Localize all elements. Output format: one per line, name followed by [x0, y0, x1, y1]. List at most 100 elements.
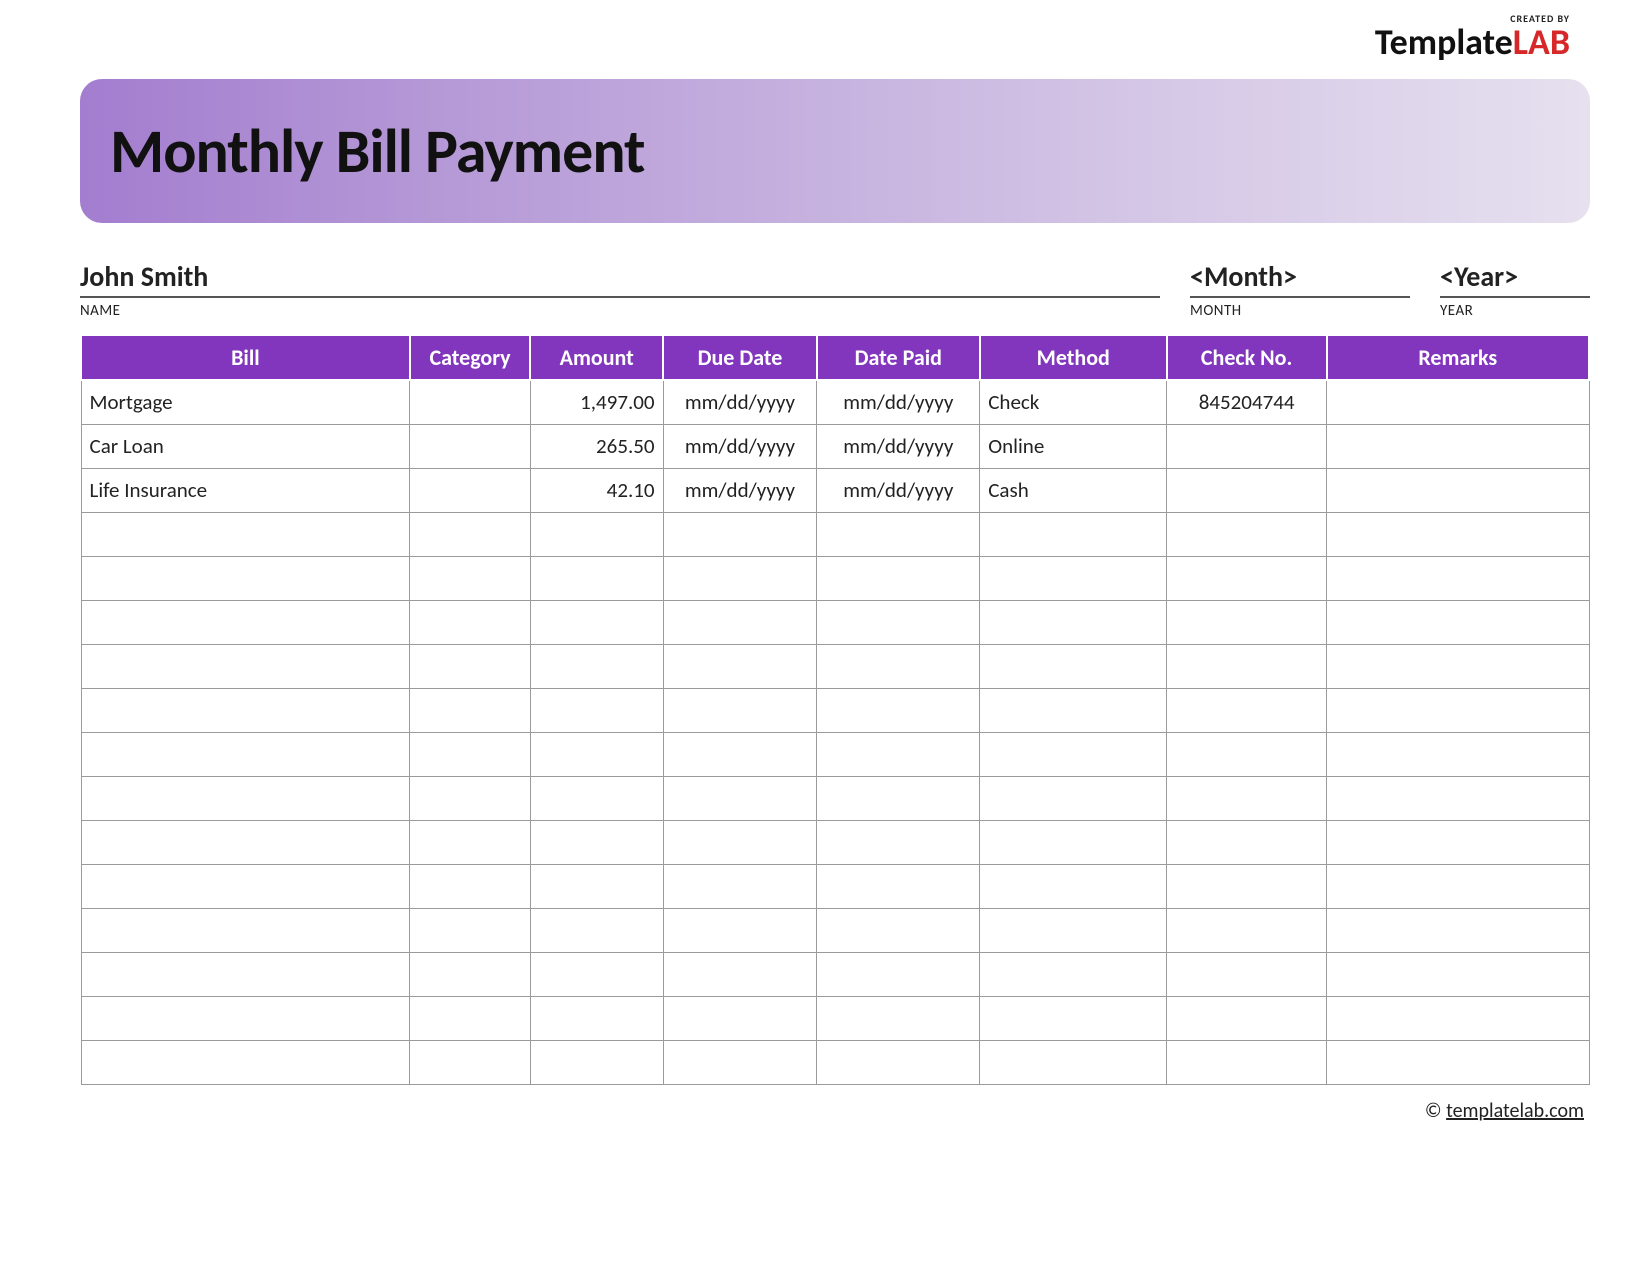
cell-bill[interactable]	[81, 864, 410, 908]
cell-check[interactable]	[1167, 1040, 1327, 1084]
cell-paid[interactable]	[817, 644, 980, 688]
cell-category[interactable]	[410, 996, 531, 1040]
cell-remarks[interactable]	[1327, 644, 1589, 688]
cell-paid[interactable]: mm/dd/yyyy	[817, 424, 980, 468]
cell-bill[interactable]: Car Loan	[81, 424, 410, 468]
cell-remarks[interactable]	[1327, 952, 1589, 996]
cell-due[interactable]	[663, 688, 817, 732]
cell-bill[interactable]	[81, 996, 410, 1040]
cell-remarks[interactable]	[1327, 468, 1589, 512]
cell-remarks[interactable]	[1327, 380, 1589, 424]
cell-paid[interactable]	[817, 732, 980, 776]
cell-check[interactable]	[1167, 512, 1327, 556]
cell-category[interactable]	[410, 1040, 531, 1084]
cell-due[interactable]	[663, 776, 817, 820]
cell-amount[interactable]	[530, 512, 663, 556]
cell-method[interactable]	[980, 688, 1167, 732]
cell-method[interactable]: Online	[980, 424, 1167, 468]
cell-bill[interactable]	[81, 512, 410, 556]
cell-amount[interactable]	[530, 1040, 663, 1084]
cell-category[interactable]	[410, 732, 531, 776]
cell-due[interactable]	[663, 952, 817, 996]
cell-paid[interactable]: mm/dd/yyyy	[817, 380, 980, 424]
cell-amount[interactable]: 265.50	[530, 424, 663, 468]
cell-bill[interactable]	[81, 556, 410, 600]
cell-method[interactable]	[980, 512, 1167, 556]
cell-method[interactable]	[980, 996, 1167, 1040]
cell-category[interactable]	[410, 864, 531, 908]
cell-category[interactable]	[410, 908, 531, 952]
cell-check[interactable]	[1167, 952, 1327, 996]
cell-check[interactable]	[1167, 468, 1327, 512]
cell-bill[interactable]	[81, 908, 410, 952]
cell-category[interactable]	[410, 776, 531, 820]
cell-paid[interactable]	[817, 996, 980, 1040]
cell-method[interactable]	[980, 776, 1167, 820]
cell-due[interactable]	[663, 996, 817, 1040]
cell-amount[interactable]	[530, 776, 663, 820]
year-value[interactable]: <Year>	[1440, 259, 1590, 298]
cell-bill[interactable]	[81, 820, 410, 864]
cell-paid[interactable]	[817, 776, 980, 820]
cell-category[interactable]	[410, 952, 531, 996]
cell-method[interactable]	[980, 644, 1167, 688]
cell-category[interactable]	[410, 512, 531, 556]
cell-paid[interactable]	[817, 688, 980, 732]
cell-amount[interactable]	[530, 688, 663, 732]
cell-category[interactable]	[410, 600, 531, 644]
cell-category[interactable]	[410, 424, 531, 468]
cell-check[interactable]	[1167, 556, 1327, 600]
cell-check[interactable]	[1167, 644, 1327, 688]
cell-amount[interactable]	[530, 556, 663, 600]
cell-paid[interactable]	[817, 952, 980, 996]
cell-paid[interactable]	[817, 1040, 980, 1084]
cell-bill[interactable]	[81, 1040, 410, 1084]
cell-check[interactable]	[1167, 732, 1327, 776]
name-value[interactable]: John Smith	[80, 259, 1160, 298]
cell-method[interactable]	[980, 1040, 1167, 1084]
cell-bill[interactable]	[81, 732, 410, 776]
cell-method[interactable]	[980, 952, 1167, 996]
cell-paid[interactable]	[817, 556, 980, 600]
cell-remarks[interactable]	[1327, 600, 1589, 644]
cell-due[interactable]: mm/dd/yyyy	[663, 380, 817, 424]
cell-check[interactable]	[1167, 996, 1327, 1040]
cell-category[interactable]	[410, 644, 531, 688]
cell-check[interactable]	[1167, 424, 1327, 468]
cell-category[interactable]	[410, 556, 531, 600]
cell-paid[interactable]	[817, 600, 980, 644]
cell-amount[interactable]	[530, 732, 663, 776]
cell-remarks[interactable]	[1327, 908, 1589, 952]
cell-due[interactable]	[663, 644, 817, 688]
cell-due[interactable]	[663, 600, 817, 644]
cell-amount[interactable]: 42.10	[530, 468, 663, 512]
cell-remarks[interactable]	[1327, 820, 1589, 864]
cell-method[interactable]	[980, 732, 1167, 776]
cell-paid[interactable]	[817, 908, 980, 952]
cell-due[interactable]	[663, 908, 817, 952]
cell-paid[interactable]: mm/dd/yyyy	[817, 468, 980, 512]
cell-due[interactable]	[663, 820, 817, 864]
cell-bill[interactable]	[81, 952, 410, 996]
footer-link[interactable]: templatelab.com	[1446, 1099, 1584, 1123]
cell-amount[interactable]: 1,497.00	[530, 380, 663, 424]
cell-bill[interactable]: Life Insurance	[81, 468, 410, 512]
cell-bill[interactable]	[81, 776, 410, 820]
cell-paid[interactable]	[817, 864, 980, 908]
month-value[interactable]: <Month>	[1190, 259, 1410, 298]
cell-check[interactable]	[1167, 688, 1327, 732]
cell-check[interactable]	[1167, 600, 1327, 644]
cell-bill[interactable]	[81, 600, 410, 644]
cell-method[interactable]: Cash	[980, 468, 1167, 512]
cell-remarks[interactable]	[1327, 512, 1589, 556]
cell-amount[interactable]	[530, 820, 663, 864]
cell-remarks[interactable]	[1327, 424, 1589, 468]
cell-bill[interactable]	[81, 688, 410, 732]
cell-bill[interactable]: Mortgage	[81, 380, 410, 424]
cell-due[interactable]: mm/dd/yyyy	[663, 424, 817, 468]
cell-check[interactable]	[1167, 820, 1327, 864]
cell-due[interactable]	[663, 732, 817, 776]
cell-method[interactable]	[980, 820, 1167, 864]
cell-remarks[interactable]	[1327, 1040, 1589, 1084]
cell-check[interactable]	[1167, 864, 1327, 908]
